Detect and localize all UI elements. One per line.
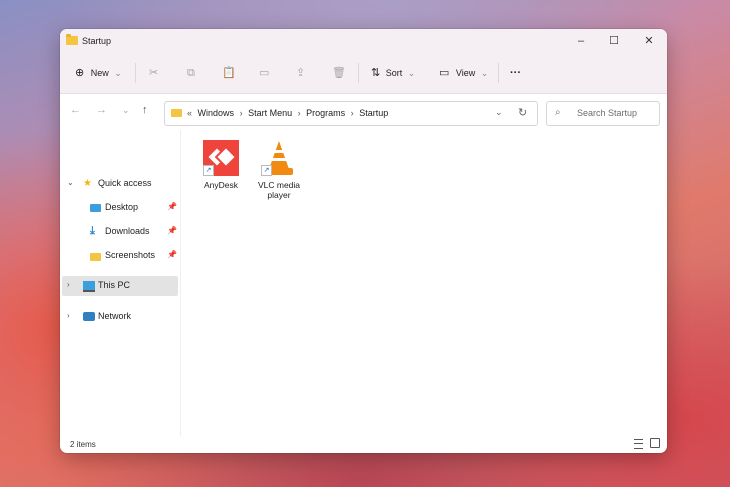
sidebar-item-label: Downloads [105, 226, 150, 236]
star-icon: ★ [83, 178, 92, 189]
sort-icon: ⇅ [371, 67, 381, 79]
sidebar-item-downloads[interactable]: ⤓ Downloads 📌 [60, 222, 180, 242]
sort-button[interactable]: ⇅ Sort ⌄ [371, 63, 415, 83]
title-bar[interactable]: Startup – ☐ ✕ [60, 29, 667, 53]
refresh-icon[interactable]: ↻ [518, 106, 527, 119]
rename-icon[interactable]: ▭ [259, 63, 269, 83]
view-icon: ▭ [439, 67, 450, 79]
overflow-icon[interactable]: « [187, 108, 192, 118]
file-list: ↗ AnyDesk ↗ VLC media player [181, 130, 667, 436]
details-view-icon[interactable] [634, 439, 643, 449]
shortcut-arrow-icon: ↗ [203, 165, 214, 176]
sidebar-item-desktop[interactable]: Desktop 📌 [60, 198, 180, 218]
breadcrumb: « Windows › Start Menu › Programs › Star… [187, 108, 391, 118]
pin-icon: 📌 [167, 226, 177, 235]
breadcrumb-item[interactable]: Start Menu [248, 108, 292, 118]
chevron-right-icon[interactable]: › [240, 108, 243, 118]
toolbar-divider [358, 63, 359, 83]
pin-icon: 📌 [167, 202, 177, 211]
sidebar-item-screenshots[interactable]: Screenshots 📌 [60, 246, 180, 266]
view-label: View [455, 68, 476, 78]
command-bar: ⊕ New ⌄ ✂ ⧉ 📋 ▭ ⇪ 🗑 ⇅ Sort ⌄ ▭ View ⌄ ··… [60, 53, 667, 94]
search-placeholder[interactable]: Search Startup [577, 108, 637, 118]
view-button[interactable]: ▭ View ⌄ [439, 63, 488, 83]
share-icon[interactable]: ⇪ [296, 63, 305, 83]
breadcrumb-item[interactable]: Startup [359, 108, 388, 118]
navigation-pane: ⌄ ★ Quick access Desktop 📌 ⤓ Downloads 📌… [60, 130, 181, 436]
file-item-vlc-media-player[interactable]: ↗ VLC media player [251, 140, 307, 200]
chevron-right-icon[interactable]: › [67, 311, 70, 320]
new-button[interactable]: ⊕ New ⌄ [75, 63, 122, 83]
cut-icon[interactable]: ✂ [149, 63, 158, 83]
sidebar-item-label: Desktop [105, 202, 139, 212]
chevron-right-icon[interactable]: › [351, 108, 354, 118]
breadcrumb-item[interactable]: Programs [306, 108, 345, 118]
chevron-down-icon: ⌄ [407, 68, 416, 78]
computer-icon [83, 281, 95, 292]
maximize-button[interactable]: ☐ [601, 33, 627, 49]
minimize-button[interactable]: – [568, 33, 594, 49]
navigation-bar: ← → ⌄ ↑ « Windows › Start Menu › Program… [60, 94, 667, 130]
large-icons-view-icon[interactable] [650, 438, 660, 448]
anydesk-app-icon: ↗ [203, 140, 239, 176]
desktop-icon [90, 204, 101, 212]
window-title: Startup [82, 36, 112, 46]
sidebar-item-quick-access[interactable]: ⌄ ★ Quick access [60, 174, 180, 194]
copy-icon[interactable]: ⧉ [187, 63, 195, 83]
file-name: AnyDesk [203, 180, 238, 190]
sidebar-item-label: Screenshots [105, 250, 156, 260]
recent-locations-icon[interactable]: ⌄ [122, 105, 130, 116]
up-icon[interactable]: ↑ [142, 104, 148, 116]
status-bar: 2 items [60, 436, 667, 453]
pin-icon: 📌 [167, 250, 177, 259]
back-icon[interactable]: ← [70, 104, 81, 116]
file-name: VLC media player [257, 180, 301, 200]
network-icon [83, 312, 95, 321]
sidebar-item-label: This PC [98, 280, 131, 290]
file-item-anydesk[interactable]: ↗ AnyDesk [193, 140, 249, 190]
vlc-cone-icon: ↗ [261, 140, 297, 176]
plus-circle-icon: ⊕ [75, 67, 85, 79]
shortcut-arrow-icon: ↗ [261, 165, 272, 176]
new-label: New [90, 68, 109, 78]
delete-icon[interactable]: 🗑 [332, 63, 346, 83]
folder-icon [66, 34, 78, 45]
chevron-down-icon[interactable]: ⌄ [495, 107, 503, 118]
chevron-right-icon[interactable]: › [67, 280, 70, 289]
toolbar-divider [498, 63, 499, 83]
search-box[interactable]: ⌕ Search Startup [546, 101, 660, 126]
forward-icon[interactable]: → [96, 104, 107, 116]
folder-icon [90, 253, 101, 261]
sidebar-item-this-pc[interactable]: › This PC [62, 276, 178, 296]
sort-label: Sort [385, 68, 403, 78]
more-options-button[interactable]: ··· [510, 63, 521, 83]
paste-icon[interactable]: 📋 [222, 63, 236, 83]
file-explorer-window: Startup – ☐ ✕ ⊕ New ⌄ ✂ ⧉ 📋 ▭ ⇪ 🗑 ⇅ Sort… [60, 29, 667, 453]
folder-icon [171, 109, 182, 117]
sidebar-item-network[interactable]: › Network [60, 307, 180, 327]
sidebar-item-label: Network [98, 311, 132, 321]
breadcrumb-item[interactable]: Windows [198, 108, 235, 118]
download-icon: ⤓ [90, 225, 95, 237]
chevron-right-icon[interactable]: › [298, 108, 301, 118]
address-bar[interactable]: « Windows › Start Menu › Programs › Star… [164, 101, 538, 126]
toolbar-divider [135, 63, 136, 83]
item-count: 2 items [70, 440, 96, 449]
chevron-down-icon: ⌄ [114, 68, 122, 78]
chevron-down-icon: ⌄ [480, 68, 489, 78]
search-icon: ⌕ [555, 107, 561, 118]
sidebar-item-label: Quick access [98, 178, 152, 188]
close-button[interactable]: ✕ [636, 33, 662, 49]
chevron-down-icon[interactable]: ⌄ [67, 178, 74, 187]
